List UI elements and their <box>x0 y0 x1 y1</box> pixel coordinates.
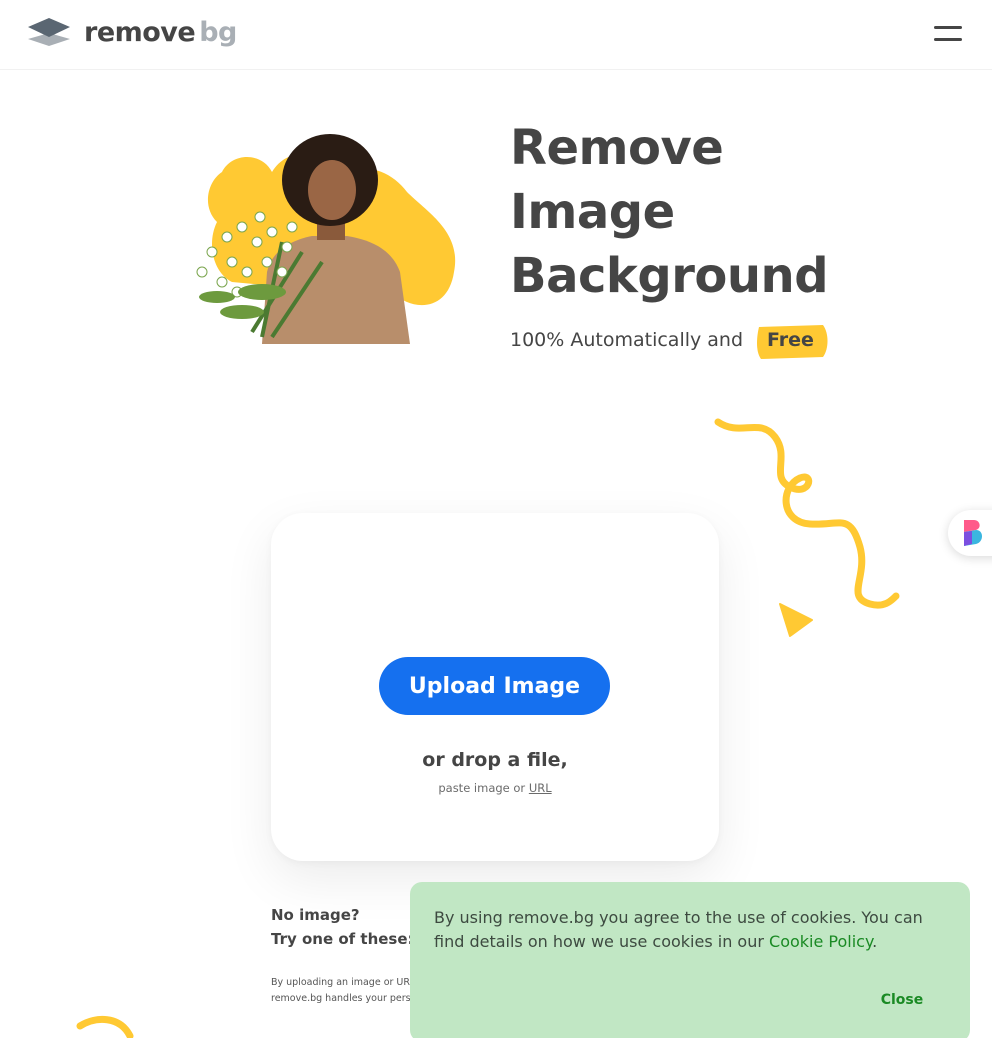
logo-text: remove bg <box>84 17 237 48</box>
try-these-label: Try one of these: <box>271 930 414 948</box>
terms-line: By uploading an image or URL <box>271 977 416 988</box>
logo-text-main: remove <box>84 16 196 48</box>
paste-hint-text: paste image or <box>438 781 526 795</box>
paste-hint: paste image or URL <box>271 781 719 795</box>
hamburger-icon[interactable] <box>932 24 964 44</box>
logo[interactable]: remove bg <box>26 14 237 50</box>
hero-subtitle-text: 100% Automatically and <box>510 329 744 351</box>
cookie-banner: By using remove.bg you agree to the use … <box>410 882 970 1038</box>
hero-title-line: Remove <box>510 120 724 176</box>
terms-notice: By uploading an image or URL remove.bg h… <box>271 975 421 1007</box>
sample-images-prompt: No image? Try one of these: <box>271 903 414 951</box>
app-widget-icon[interactable] <box>948 510 992 556</box>
terms-line: remove.bg handles your pers <box>271 993 411 1004</box>
squiggle-decoration <box>710 412 910 622</box>
cookie-period: . <box>872 932 878 951</box>
upload-dropzone[interactable]: Upload Image or drop a file, paste image… <box>271 513 719 861</box>
site-header: remove bg <box>0 0 992 70</box>
hero-title: Remove Image Background <box>510 116 950 308</box>
cookie-policy-link[interactable]: Cookie Policy <box>769 932 872 951</box>
no-image-label: No image? <box>271 906 360 924</box>
logo-text-accent: bg <box>199 16 237 48</box>
triangle-decoration <box>776 602 816 638</box>
logo-icon <box>26 15 72 49</box>
squiggle-decoration-bottom <box>76 1014 140 1038</box>
cookie-close-button[interactable]: Close <box>862 988 942 1012</box>
hero-title-line: Background <box>510 248 829 304</box>
hero-title-line: Image <box>510 184 675 240</box>
hero-subtitle: 100% Automatically and Free <box>510 324 828 359</box>
drop-file-text: or drop a file, <box>422 749 568 771</box>
url-link[interactable]: URL <box>529 781 552 795</box>
free-label: Free <box>767 329 814 351</box>
cookie-text: By using remove.bg you agree to the use … <box>434 906 954 954</box>
upload-image-button[interactable]: Upload Image <box>379 657 610 715</box>
hero-image <box>172 132 462 344</box>
free-highlight: Free <box>753 325 828 359</box>
